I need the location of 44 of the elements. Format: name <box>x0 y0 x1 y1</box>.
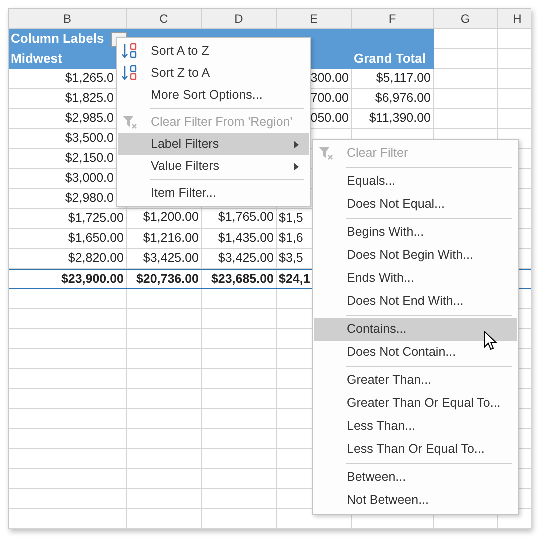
menu-item[interactable]: Sort A to Z <box>118 40 309 62</box>
column-header: C <box>127 9 202 29</box>
table-cell: $2,820.00 <box>9 249 127 269</box>
row-title: Midwest <box>10 50 62 68</box>
menu-item[interactable]: Less Than Or Equal To... <box>314 438 517 461</box>
table-cell: $3,425.00 <box>127 249 202 269</box>
table-cell: $6,976.00 <box>352 89 434 109</box>
table-cell: $1,765.00 <box>202 209 277 229</box>
column-title: Grand Total <box>353 50 426 68</box>
column-labels-title: Column Labels <box>10 30 104 48</box>
menu-item[interactable]: Between... <box>314 466 517 489</box>
total-cell: $20,736.00 <box>127 270 202 288</box>
mouse-cursor-icon <box>484 331 497 351</box>
column-header: H <box>498 9 531 29</box>
column-header: G <box>434 9 498 29</box>
table-cell: $5,117.00 <box>352 69 434 89</box>
table-cell: $1,216.00 <box>127 229 202 249</box>
menu-item[interactable]: Does Not Contain... <box>314 341 517 364</box>
menu-item[interactable]: Not Between... <box>314 489 517 512</box>
menu-item[interactable]: Equals... <box>314 170 517 193</box>
submenu-arrow-icon <box>294 141 299 149</box>
sort-ascending-icon <box>122 43 138 59</box>
table-cell: $1,435.00 <box>202 229 277 249</box>
table-cell: $1,725.00 <box>9 209 127 229</box>
clear-filter-icon <box>122 114 138 130</box>
column-header: D <box>202 9 277 29</box>
column-header: E <box>277 9 352 29</box>
menu-item[interactable]: Label Filters <box>118 133 309 155</box>
table-cell: $11,390.00 <box>352 109 434 129</box>
menu-item[interactable]: Greater Than Or Equal To... <box>314 392 517 415</box>
sort-descending-icon <box>122 65 138 81</box>
clear-filter-icon <box>318 145 334 161</box>
total-cell: $23,685.00 <box>202 270 277 288</box>
menu-item[interactable]: Contains... <box>314 318 517 341</box>
table-cell: $1,650.00 <box>9 229 127 249</box>
menu-item[interactable]: Less Than... <box>314 415 517 438</box>
menu-item[interactable]: Does Not End With... <box>314 290 517 313</box>
submenu-arrow-icon <box>294 163 299 171</box>
column-header: B <box>9 9 127 29</box>
table-cell: $3,425.00 <box>202 249 277 269</box>
total-cell: $23,900.00 <box>9 270 127 288</box>
table-cell: $1,200.00 <box>127 209 202 229</box>
column-header: F <box>352 9 434 29</box>
menu-item[interactable]: Greater Than... <box>314 369 517 392</box>
